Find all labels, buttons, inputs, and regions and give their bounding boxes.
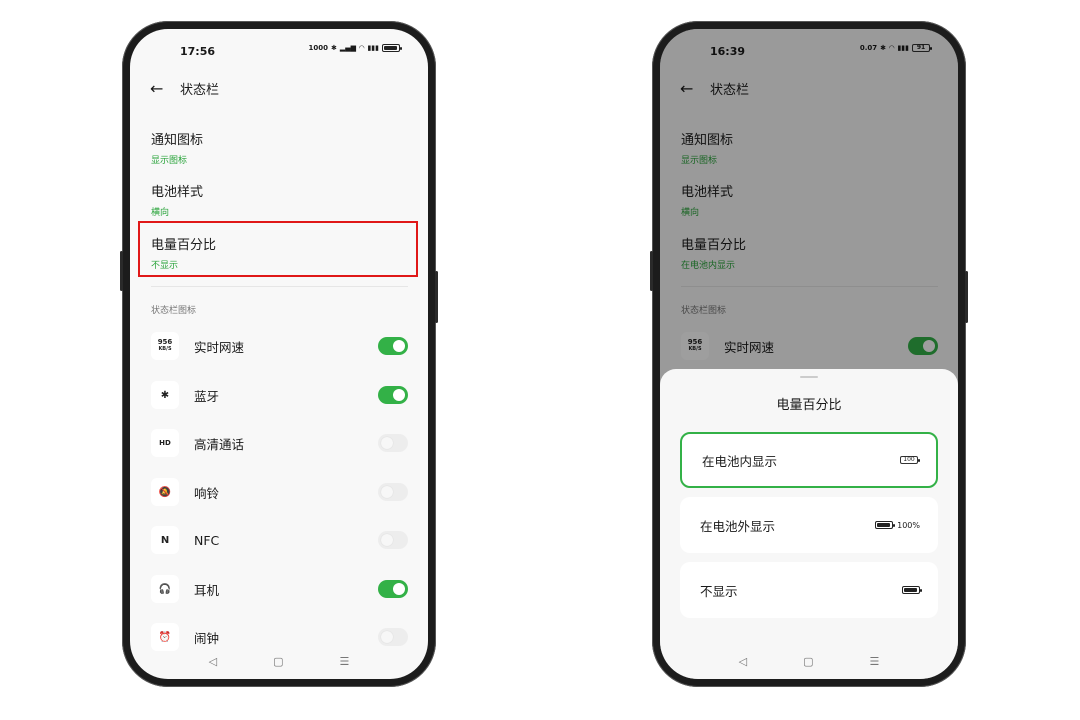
row-label: 实时网速 — [194, 339, 245, 355]
row-nfc: N NFC — [151, 523, 408, 557]
option-outside-battery[interactable]: 在电池外显示 100% — [680, 497, 938, 553]
status-icons: 1000 ✱ ▂▄▆ ◠ ▮▮▮ — [308, 44, 402, 52]
battery-percent: 100% — [897, 520, 920, 530]
right-screen: 16:39 0.07 ✱ ◠ ▮▮▮ 91 ← 状态栏 通知图标 显示图标 电池… — [660, 29, 958, 679]
section-label: 状态栏图标 — [151, 306, 197, 316]
right-phone: 16:39 0.07 ✱ ◠ ▮▮▮ 91 ← 状态栏 通知图标 显示图标 电池… — [650, 21, 968, 687]
setting-title: 通知图标 — [151, 133, 204, 148]
toggle-alarm[interactable] — [378, 628, 408, 646]
bluetooth-icon: ✱ — [151, 381, 179, 409]
row-label: 响铃 — [194, 485, 220, 501]
row-label: 高清通话 — [194, 436, 245, 452]
row-label: 耳机 — [194, 582, 220, 598]
headphones-icon: 🎧 — [151, 575, 179, 603]
nav-bar: ◁ ▢ ☰ — [660, 655, 958, 671]
back-arrow-icon[interactable]: ← — [150, 79, 174, 98]
nav-recent-icon[interactable]: ☰ — [340, 655, 350, 671]
status-time: 17:56 — [180, 45, 216, 58]
bluetooth-icon: ✱ — [331, 44, 337, 52]
toggle-bluetooth[interactable] — [378, 386, 408, 404]
toggle-ringer[interactable] — [378, 483, 408, 501]
sheet-handle[interactable] — [800, 376, 818, 378]
power-button — [435, 271, 438, 323]
bottom-sheet: 电量百分比 在电池内显示 100 在电池外显示 100% 不显示 — [660, 369, 958, 679]
toggle-hd-call[interactable] — [378, 434, 408, 452]
toggle-nfc[interactable] — [378, 531, 408, 549]
page-title: 状态栏 — [180, 83, 220, 98]
volume-button — [120, 251, 123, 291]
divider — [151, 286, 408, 287]
setting-battery-style[interactable]: 电池样式 横向 — [151, 181, 203, 218]
row-ringer: 🔕 响铃 — [151, 475, 408, 509]
cell-icon: ▮▮▮ — [367, 44, 379, 52]
nav-home-icon[interactable]: ▢ — [273, 655, 283, 671]
toggle-headphones[interactable] — [378, 580, 408, 598]
alarm-icon: ⏰ — [151, 623, 179, 651]
row-realtime-speed: 956 KB/S 实时网速 — [151, 329, 408, 363]
row-label: NFC — [194, 532, 220, 548]
setting-value: 显示图标 — [151, 156, 188, 166]
hd-call-icon: HD — [151, 429, 179, 457]
highlight-box — [138, 221, 418, 277]
nav-bar: ◁ ▢ ☰ — [130, 655, 428, 671]
battery-icon — [902, 586, 922, 594]
nav-back-icon[interactable]: ◁ — [739, 655, 747, 671]
speed-value: 956 — [157, 338, 173, 346]
option-hidden[interactable]: 不显示 — [680, 562, 938, 618]
volume-button — [650, 251, 653, 291]
option-label: 在电池外显示 — [700, 518, 776, 534]
signal-icon: ▂▄▆ — [339, 44, 357, 52]
power-button — [965, 271, 968, 323]
speed-unit: KB/S — [158, 346, 172, 352]
net-rate: 1000 — [308, 44, 329, 52]
nav-back-icon[interactable]: ◁ — [209, 655, 217, 671]
toggle-realtime-speed[interactable] — [378, 337, 408, 355]
status-bar: 17:56 1000 ✱ ▂▄▆ ◠ ▮▮▮ — [130, 29, 428, 65]
page-header: ← 状态栏 — [150, 79, 219, 98]
option-label: 在电池内显示 — [702, 453, 778, 469]
option-inside-battery[interactable]: 在电池内显示 100 — [680, 432, 938, 488]
setting-title: 电池样式 — [151, 185, 204, 200]
option-label: 不显示 — [700, 583, 738, 599]
left-screen: 17:56 1000 ✱ ▂▄▆ ◠ ▮▮▮ ← 状态栏 通知图标 显示图标 电… — [130, 29, 428, 679]
setting-notification-icons[interactable]: 通知图标 显示图标 — [151, 129, 203, 166]
ringer-off-icon: 🔕 — [151, 478, 179, 506]
battery-icon: 100 — [900, 456, 920, 464]
left-phone: 17:56 1000 ✱ ▂▄▆ ◠ ▮▮▮ ← 状态栏 通知图标 显示图标 电… — [120, 21, 438, 687]
row-label: 蓝牙 — [194, 388, 220, 404]
row-hd-call: HD 高清通话 — [151, 426, 408, 460]
wifi-icon: ◠ — [359, 44, 365, 52]
row-label: 闹钟 — [194, 630, 220, 646]
row-headphones: 🎧 耳机 — [151, 572, 408, 606]
setting-value: 横向 — [151, 208, 170, 218]
row-alarm: ⏰ 闹钟 — [151, 620, 408, 654]
battery-icon — [382, 44, 402, 52]
speed-icon: 956 KB/S — [151, 332, 179, 360]
nav-home-icon[interactable]: ▢ — [803, 655, 813, 671]
battery-icon — [875, 521, 896, 529]
nav-recent-icon[interactable]: ☰ — [870, 655, 880, 671]
sheet-title: 电量百分比 — [776, 398, 842, 413]
nfc-icon: N — [151, 526, 179, 554]
row-bluetooth: ✱ 蓝牙 — [151, 378, 408, 412]
